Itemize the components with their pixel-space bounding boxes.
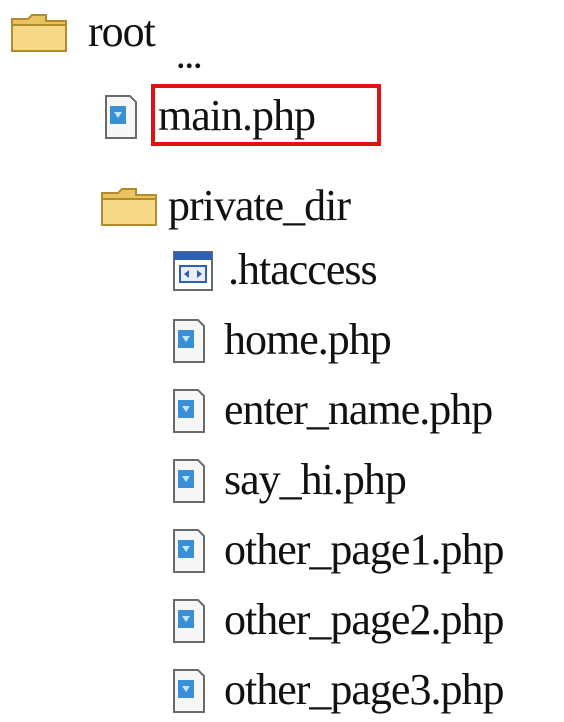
tree-item-home-php[interactable]: home.php bbox=[168, 308, 392, 372]
tree-item-label: private_dir bbox=[168, 181, 351, 230]
tree-item-label: other_page2.php bbox=[224, 595, 504, 644]
php-file-icon bbox=[168, 314, 212, 366]
folder-icon bbox=[10, 11, 68, 53]
tree-item-htaccess[interactable]: .htaccess bbox=[168, 238, 378, 302]
config-file-icon bbox=[168, 246, 216, 294]
tree-item-say-hi-php[interactable]: say_hi.php bbox=[168, 448, 407, 512]
tree-item-label: root bbox=[88, 7, 156, 56]
tree-item-label: other_page3.php bbox=[224, 665, 504, 714]
tree-item-label: other_page1.php bbox=[224, 525, 504, 574]
tree-item-root[interactable]: root bbox=[10, 0, 156, 64]
php-file-icon bbox=[168, 664, 212, 716]
tree-item-label: enter_name.php bbox=[224, 385, 493, 434]
folder-icon bbox=[100, 185, 158, 227]
tree-item-label: say_hi.php bbox=[224, 455, 407, 504]
php-file-icon bbox=[168, 384, 212, 436]
tree-item-other-page1-php[interactable]: other_page1.php bbox=[168, 518, 504, 582]
php-file-icon bbox=[168, 454, 212, 506]
tree-item-label: home.php bbox=[224, 315, 392, 364]
parent-directory-link[interactable]: ... bbox=[177, 44, 203, 74]
tree-item-label: .htaccess bbox=[228, 245, 378, 294]
php-file-icon bbox=[168, 524, 212, 576]
tree-item-enter-name-php[interactable]: enter_name.php bbox=[168, 378, 493, 442]
php-file-icon bbox=[168, 594, 212, 646]
highlight-box bbox=[151, 84, 381, 146]
php-file-icon bbox=[100, 90, 144, 142]
tree-item-other-page2-php[interactable]: other_page2.php bbox=[168, 588, 504, 652]
tree-item-other-page3-php[interactable]: other_page3.php bbox=[168, 658, 504, 722]
tree-item-private-dir[interactable]: private_dir bbox=[100, 174, 351, 238]
